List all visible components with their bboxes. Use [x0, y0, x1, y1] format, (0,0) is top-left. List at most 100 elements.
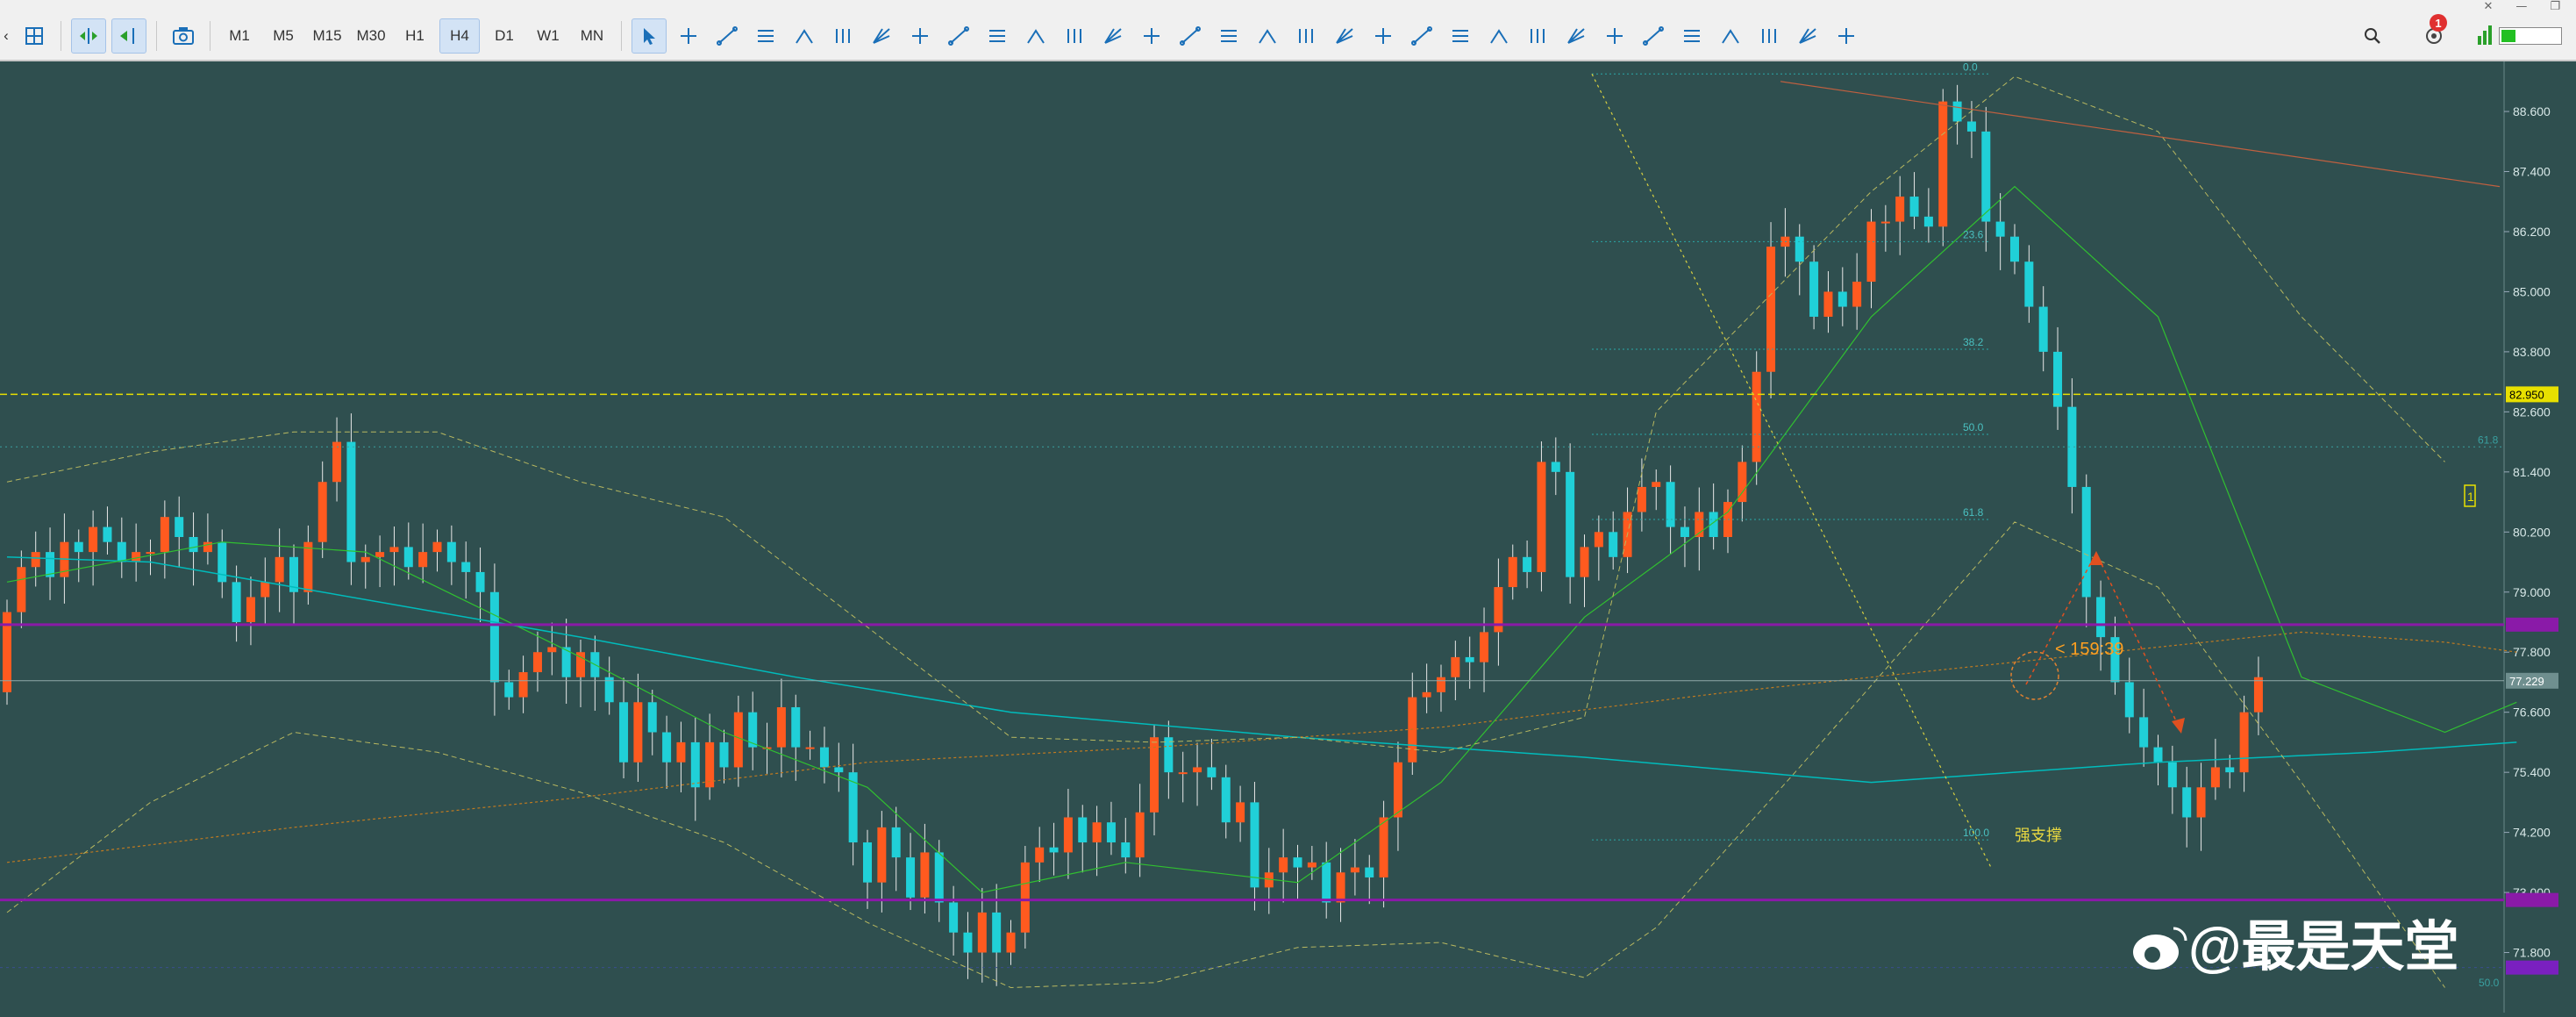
- candle-body: [103, 526, 112, 542]
- fib-fan-tool-icon[interactable]: [1482, 19, 1516, 53]
- ruler-tool-icon[interactable]: [1714, 19, 1747, 53]
- candle-body: [504, 682, 514, 698]
- price-tick-label: 81.400: [2513, 465, 2551, 479]
- fib-expansion-tool-icon[interactable]: [1598, 19, 1631, 53]
- candle-body: [232, 582, 241, 622]
- fib-channel-tool-icon[interactable]: [1521, 19, 1554, 53]
- candle-body: [2024, 261, 2034, 307]
- close-window-button[interactable]: ✕: [2483, 0, 2493, 13]
- restore-window-button[interactable]: ❐: [2550, 0, 2560, 13]
- candle-body: [1995, 221, 2005, 237]
- cursor-icon[interactable]: [632, 18, 667, 54]
- price-chart[interactable]: 88.600 87.400 86.200 85.000 83.800 82.600 81.4…: [0, 61, 2576, 1013]
- price-tick-label: 85.000: [2513, 284, 2551, 298]
- drawing-tools-group: [669, 19, 1866, 53]
- pattern-tool-icon[interactable]: [1058, 19, 1091, 53]
- candle-body: [1451, 656, 1460, 677]
- bull-candle: [1938, 89, 1948, 247]
- timeframe-h1-button[interactable]: H1: [396, 19, 434, 53]
- support-annotation: 强支撑: [2015, 827, 2062, 844]
- angle-tool-icon[interactable]: [1366, 19, 1400, 53]
- candle-body: [2053, 351, 2063, 407]
- candle-body: [705, 741, 715, 788]
- fib-arcs-tool-icon[interactable]: [1559, 19, 1593, 53]
- candle-body: [1823, 291, 1833, 317]
- candle-body: [532, 652, 542, 673]
- signal-strength: [2476, 24, 2562, 48]
- candle-body: [920, 852, 930, 898]
- rectangle-tool-icon[interactable]: [1791, 19, 1824, 53]
- triangle-tool-icon[interactable]: [1251, 19, 1284, 53]
- timeframe-m15-button[interactable]: M15: [308, 19, 346, 53]
- horizontal-line-tool-icon[interactable]: [749, 19, 782, 53]
- chart-grid-icon[interactable]: [18, 19, 51, 53]
- timeframe-m5-button[interactable]: M5: [264, 19, 303, 53]
- candle-body: [1236, 802, 1245, 823]
- fan-tool-icon[interactable]: [981, 19, 1014, 53]
- image-tool-icon[interactable]: [1675, 19, 1709, 53]
- screenshot-icon[interactable]: [167, 19, 200, 53]
- shape-tool-icon[interactable]: [1637, 19, 1670, 53]
- minimize-window-button[interactable]: —: [2515, 0, 2527, 13]
- auto-scroll-icon[interactable]: [71, 18, 106, 54]
- regression-tool-icon[interactable]: [1444, 19, 1477, 53]
- candle-body: [690, 741, 700, 788]
- candle-body: [1566, 471, 1575, 577]
- notifications-icon[interactable]: 1: [2417, 14, 2451, 53]
- candle-body: [1207, 767, 1217, 777]
- price-tick-label: 74.200: [2513, 826, 2551, 840]
- timeframe-d1-button[interactable]: D1: [485, 19, 524, 53]
- chart-background: [0, 61, 2576, 1013]
- candle-body: [1150, 737, 1159, 813]
- gann-grid-tool-icon[interactable]: [1328, 19, 1361, 53]
- left-arrow-icon[interactable]: ‹: [0, 19, 12, 53]
- chart-canvas[interactable]: 88.600 87.400 86.200 85.000 83.800 82.600 81.4…: [0, 61, 2576, 1013]
- toolbar-separator: [621, 21, 622, 51]
- text-box-tool-icon[interactable]: [1135, 19, 1168, 53]
- arrow-tool-icon[interactable]: [942, 19, 975, 53]
- candle-body: [31, 552, 40, 568]
- timeframe-m1-button[interactable]: M1: [220, 19, 259, 53]
- objects-tool-icon[interactable]: [1830, 19, 1863, 53]
- candle-body: [475, 571, 485, 592]
- candle-body: [2253, 677, 2263, 713]
- candle-body: [175, 517, 184, 537]
- pitchfork-tool-icon[interactable]: [1212, 19, 1245, 53]
- search-icon[interactable]: [2356, 19, 2389, 53]
- candle-body: [1049, 847, 1059, 853]
- candle-body: [403, 547, 413, 568]
- ellipse-tool-icon[interactable]: [1752, 19, 1786, 53]
- candle-body: [619, 702, 629, 763]
- timeframe-w1-button[interactable]: W1: [529, 19, 567, 53]
- trend-line-tool-icon[interactable]: [788, 19, 821, 53]
- fib-level-label: 23.6: [1963, 228, 1984, 240]
- ray-tool-icon[interactable]: [826, 19, 860, 53]
- blue-level-tag: [2506, 960, 2558, 975]
- candle-body: [2153, 747, 2163, 763]
- candle-body: [1666, 482, 1675, 527]
- price-tick-label: 88.600: [2513, 104, 2551, 118]
- bars-tool-icon[interactable]: [1019, 19, 1053, 53]
- channel-tool-icon[interactable]: [865, 19, 898, 53]
- label-tool-icon[interactable]: [1096, 19, 1130, 53]
- candle-body: [1895, 197, 1905, 222]
- text-tool-icon[interactable]: [903, 19, 937, 53]
- candle-body: [934, 852, 944, 903]
- trend-angle-tool-icon[interactable]: [1405, 19, 1438, 53]
- price-tick-label: 76.600: [2513, 705, 2551, 720]
- candle-body: [633, 702, 643, 763]
- gann-fan-tool-icon[interactable]: [1289, 19, 1323, 53]
- timeframe-h4-button[interactable]: H4: [439, 18, 480, 54]
- crosshair-tool-icon[interactable]: [672, 19, 705, 53]
- weibo-watermark-text: @最是天堂: [2188, 917, 2458, 978]
- candle-body: [1952, 101, 1962, 122]
- candle-body: [647, 702, 657, 733]
- vertical-line-tool-icon[interactable]: [710, 19, 744, 53]
- candle-body: [1752, 371, 1761, 462]
- cycle-lines-tool-icon[interactable]: [1174, 19, 1207, 53]
- candle-body: [1551, 462, 1560, 472]
- timeframe-m30-button[interactable]: M30: [352, 19, 390, 53]
- candle-body: [1938, 101, 1948, 227]
- timeframe-mn-button[interactable]: MN: [573, 19, 611, 53]
- chart-shift-icon[interactable]: [111, 18, 146, 54]
